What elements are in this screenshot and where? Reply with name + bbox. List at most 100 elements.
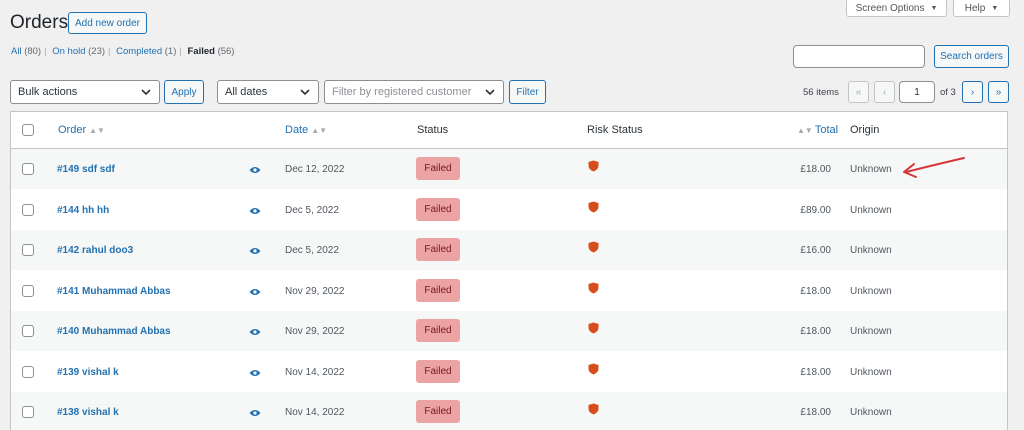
row-checkbox[interactable] bbox=[22, 325, 34, 337]
order-date: Nov 14, 2022 bbox=[285, 407, 345, 418]
order-origin: Unknown bbox=[850, 407, 892, 418]
current-page-input[interactable] bbox=[899, 81, 935, 103]
order-origin: Unknown bbox=[850, 285, 892, 297]
order-link[interactable]: #149 sdf sdf bbox=[57, 164, 115, 175]
eye-icon[interactable] bbox=[249, 409, 261, 417]
shield-icon bbox=[588, 160, 599, 172]
next-page-button[interactable]: › bbox=[962, 81, 983, 103]
view-failed[interactable]: Failed (56) bbox=[187, 46, 234, 57]
order-total: £18.00 bbox=[800, 164, 831, 175]
order-origin: Unknown bbox=[850, 245, 892, 256]
row-checkbox[interactable] bbox=[22, 203, 34, 216]
dates-value: All dates bbox=[225, 86, 268, 98]
table-row[interactable]: #141 Muhammad Abbas Nov 29, 2022 Failed £18… bbox=[11, 271, 1007, 311]
apply-button[interactable]: Apply bbox=[164, 80, 204, 104]
status-badge: Failed bbox=[416, 157, 460, 180]
view-completed[interactable]: Completed (1) bbox=[116, 46, 176, 57]
eye-icon[interactable] bbox=[249, 369, 261, 377]
search-input[interactable] bbox=[793, 45, 925, 68]
sort-icon: ▲▼ bbox=[311, 126, 328, 135]
prev-page-button[interactable]: ‹ bbox=[874, 81, 895, 103]
order-link[interactable]: #139 vishal k bbox=[57, 367, 119, 378]
row-checkbox[interactable] bbox=[22, 365, 34, 378]
caret-down-icon: ▼ bbox=[991, 4, 999, 12]
bulk-actions-select[interactable]: Bulk actions bbox=[10, 80, 160, 104]
total-pages: of 3 bbox=[940, 87, 956, 98]
dates-select[interactable]: All dates bbox=[217, 80, 319, 104]
row-checkbox[interactable] bbox=[22, 406, 34, 418]
sort-icon: ▲▼ bbox=[89, 126, 105, 135]
order-date: Dec 12, 2022 bbox=[285, 164, 345, 175]
order-link[interactable]: #141 Muhammad Abbas bbox=[57, 286, 171, 297]
status-badge: Failed bbox=[416, 400, 460, 423]
status-badge: Failed bbox=[416, 278, 460, 302]
first-page-button[interactable]: « bbox=[848, 81, 869, 103]
table-row[interactable]: #149 sdf sdf Dec 12, 2022 Failed £18.00 Unkn… bbox=[11, 149, 1007, 189]
column-total[interactable]: ▲▼ Total bbox=[797, 124, 838, 136]
customer-filter-select[interactable]: Filter by registered customer bbox=[324, 80, 504, 104]
order-origin: Unknown bbox=[850, 326, 892, 337]
column-risk-status: Risk Status bbox=[587, 124, 643, 136]
column-origin: Origin bbox=[850, 124, 880, 136]
red-arrow bbox=[903, 157, 965, 178]
help-label: Help bbox=[964, 2, 986, 14]
filter-button[interactable]: Filter bbox=[509, 80, 546, 104]
order-link[interactable]: #142 rahul doo3 bbox=[57, 245, 133, 256]
sort-icon: ▲▼ bbox=[797, 126, 813, 135]
screen-options-button[interactable]: Screen Options ▼ bbox=[846, 0, 947, 17]
row-checkbox[interactable] bbox=[22, 163, 34, 175]
order-total: £16.00 bbox=[800, 245, 831, 256]
shield-icon bbox=[588, 201, 599, 212]
status-badge: Failed bbox=[416, 319, 460, 342]
order-total: £18.00 bbox=[800, 285, 831, 297]
table-row[interactable]: #144 hh hh Dec 5, 2022 Failed £89.00 Unknown bbox=[11, 190, 1007, 230]
table-row[interactable]: #139 vishal k Nov 14, 2022 Failed £18.00 Unk… bbox=[11, 352, 1007, 392]
column-order[interactable]: Order ▲▼ bbox=[58, 124, 105, 136]
order-origin: Unknown bbox=[850, 366, 892, 378]
view-all[interactable]: All (80) bbox=[11, 46, 41, 57]
chevron-down-icon bbox=[485, 89, 495, 96]
status-badge: Failed bbox=[416, 359, 460, 383]
order-total: £18.00 bbox=[800, 366, 831, 378]
order-link[interactable]: #144 hh hh bbox=[57, 205, 109, 216]
add-new-order-button[interactable]: Add new order bbox=[68, 12, 147, 34]
order-date: Nov 14, 2022 bbox=[285, 366, 345, 378]
orders-table: Order ▲▼ Date ▲▼ Status Risk Status ▲▼ Tota… bbox=[10, 111, 1008, 430]
eye-icon[interactable] bbox=[249, 207, 261, 215]
status-badge: Failed bbox=[416, 238, 460, 261]
items-count: 56 items bbox=[803, 87, 839, 98]
view-on-hold[interactable]: On hold (23) bbox=[52, 46, 105, 57]
order-total: £18.00 bbox=[800, 326, 831, 337]
table-row[interactable]: #142 rahul doo3 Dec 5, 2022 Failed £16.00 Un… bbox=[11, 230, 1007, 270]
caret-down-icon: ▼ bbox=[930, 4, 938, 12]
order-date: Dec 5, 2022 bbox=[285, 204, 339, 216]
column-date[interactable]: Date ▲▼ bbox=[285, 124, 327, 136]
customer-filter-placeholder: Filter by registered customer bbox=[332, 86, 472, 98]
order-link[interactable]: #140 Muhammad Abbas bbox=[57, 326, 171, 337]
order-total: £18.00 bbox=[800, 407, 831, 418]
select-all-checkbox[interactable] bbox=[22, 124, 34, 136]
order-total: £89.00 bbox=[800, 204, 831, 216]
eye-icon[interactable] bbox=[249, 288, 261, 296]
order-link[interactable]: #138 vishal k bbox=[57, 407, 119, 418]
help-button[interactable]: Help ▼ bbox=[953, 0, 1010, 17]
search-orders-button[interactable]: Search orders bbox=[934, 45, 1009, 68]
column-status: Status bbox=[417, 124, 449, 136]
chevron-down-icon bbox=[141, 89, 151, 96]
eye-icon[interactable] bbox=[249, 247, 261, 255]
last-page-button[interactable]: » bbox=[988, 81, 1009, 103]
shield-icon bbox=[588, 241, 599, 253]
row-checkbox[interactable] bbox=[22, 284, 34, 297]
eye-icon[interactable] bbox=[249, 328, 261, 336]
table-row[interactable]: #140 Muhammad Abbas Nov 29, 2022 Failed £18… bbox=[11, 311, 1007, 351]
bulk-actions-value: Bulk actions bbox=[18, 86, 78, 98]
order-date: Dec 5, 2022 bbox=[285, 245, 339, 256]
eye-icon[interactable] bbox=[249, 166, 261, 174]
status-badge: Failed bbox=[416, 197, 460, 221]
shield-icon bbox=[588, 282, 599, 293]
row-checkbox[interactable] bbox=[22, 244, 34, 256]
shield-icon bbox=[588, 322, 599, 334]
table-row[interactable]: #138 vishal k Nov 14, 2022 Failed £18.00 Unk… bbox=[11, 392, 1007, 430]
order-date: Nov 29, 2022 bbox=[285, 326, 345, 337]
chevron-down-icon bbox=[300, 89, 310, 96]
